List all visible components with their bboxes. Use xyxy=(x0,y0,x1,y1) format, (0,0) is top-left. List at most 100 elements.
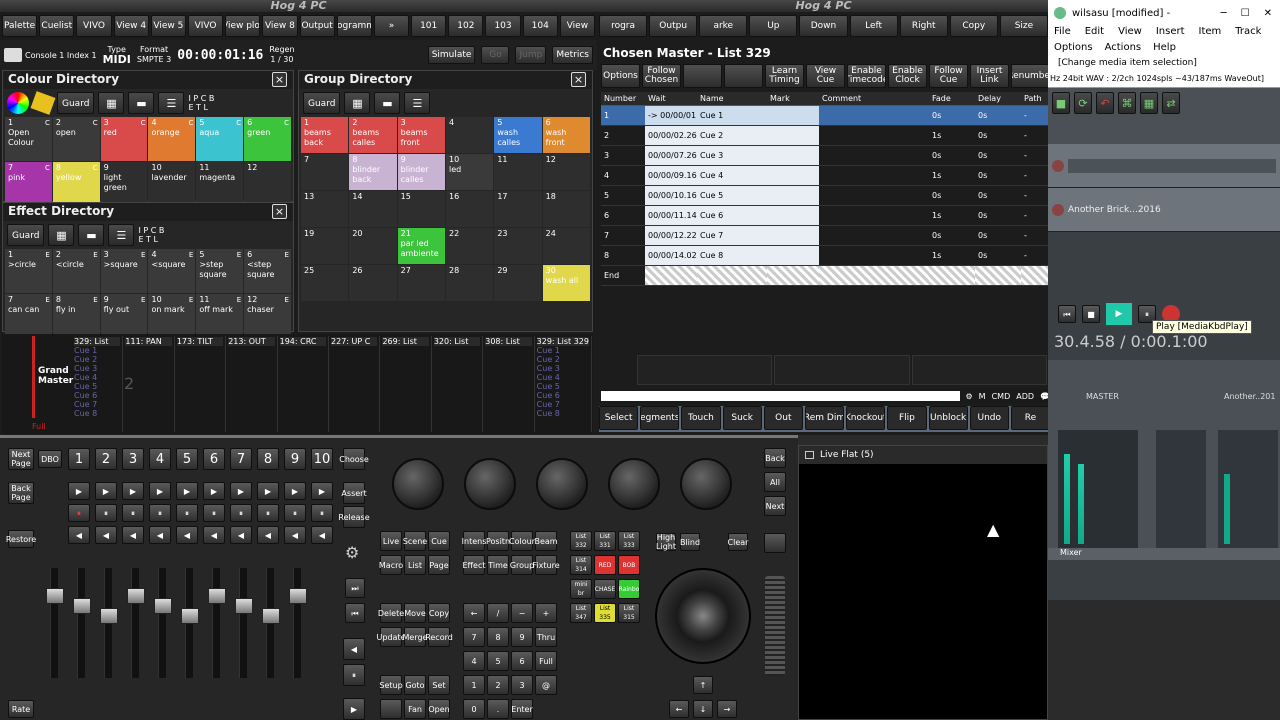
highlight-key[interactable]: High Light xyxy=(656,533,676,551)
keypad-key[interactable]: 3 xyxy=(511,675,533,695)
column-header[interactable]: Path xyxy=(1021,94,1050,103)
playback-master[interactable]: 227: UP C xyxy=(329,336,381,432)
setup-key[interactable]: Open xyxy=(428,699,450,719)
go-button[interactable]: Go xyxy=(481,46,510,64)
directory-cell[interactable]: 13 xyxy=(301,191,349,227)
fader-key[interactable]: ◀ xyxy=(311,526,333,544)
toolbar-button[interactable]: rogramm xyxy=(336,15,372,37)
keypad-key[interactable]: @ xyxy=(535,675,557,695)
list-view-icon[interactable]: ☰ xyxy=(404,92,431,114)
edit-key[interactable]: Move xyxy=(404,603,426,623)
chosen-button[interactable]: Follow Cue xyxy=(929,64,968,88)
close-icon[interactable]: × xyxy=(272,204,287,219)
next-page-key[interactable]: Next Page xyxy=(8,448,34,470)
play-icon[interactable]: ▶ xyxy=(1106,303,1132,325)
back-key[interactable]: Back xyxy=(764,448,786,468)
keypad-key[interactable]: 8 xyxy=(487,627,509,647)
directory-cell[interactable]: 4 xyxy=(445,117,494,153)
grid-view-icon[interactable]: ▦ xyxy=(344,92,371,114)
fader-key[interactable]: ⏸ xyxy=(95,504,117,522)
directory-cell[interactable]: 10 led xyxy=(445,154,494,190)
keypad-key[interactable]: 1 xyxy=(463,675,485,695)
toolbar-button[interactable]: Copy xyxy=(949,15,998,37)
toolbar-button[interactable]: Cuelist xyxy=(39,15,75,37)
number-key[interactable]: 9 xyxy=(284,448,306,470)
keypad-key[interactable]: 0 xyxy=(463,699,485,719)
choose-key[interactable]: Choose xyxy=(339,448,369,470)
bottom-button[interactable]: egments xyxy=(640,406,680,430)
fader-key[interactable]: ⏸ xyxy=(311,504,333,522)
clear-key[interactable]: Clear xyxy=(728,533,748,551)
feature-key[interactable]: Time xyxy=(487,555,509,575)
maximize-icon[interactable]: ☐ xyxy=(1233,8,1258,19)
settings-icon[interactable]: ⚙ xyxy=(966,392,973,401)
toolbar-button[interactable]: View xyxy=(559,15,595,37)
fader-key[interactable]: ◀ xyxy=(203,526,225,544)
toolbar-button[interactable]: Output xyxy=(299,15,335,37)
chosen-button[interactable]: Follow Chosen xyxy=(642,64,681,88)
number-key[interactable]: 2 xyxy=(95,448,117,470)
feature-key[interactable]: Beam xyxy=(534,531,558,551)
metrics-button[interactable]: Metrics xyxy=(552,46,593,64)
directory-cell[interactable]: 25 xyxy=(301,265,349,301)
menu-item[interactable]: Item xyxy=(1199,26,1222,42)
menu-item[interactable]: View xyxy=(1118,26,1142,42)
setup-key[interactable]: Goto xyxy=(404,675,426,695)
edit-key[interactable]: Record xyxy=(425,627,453,647)
keypad-key[interactable]: Thru xyxy=(535,627,557,647)
directory-cell[interactable]: 14 xyxy=(349,191,397,227)
jump-button[interactable]: Jump xyxy=(515,46,547,64)
directory-cell[interactable]: 5 aqua C xyxy=(196,117,244,161)
fader[interactable] xyxy=(73,568,91,678)
mask-letters[interactable]: I P C B E T L xyxy=(138,226,164,244)
playback-master[interactable]: 213: OUT xyxy=(226,336,278,432)
rate-key[interactable]: Rate xyxy=(8,700,34,718)
table-row[interactable]: 5 00/00/10.16 Cue 5 0s 0s - xyxy=(601,186,1050,206)
virtual-key[interactable]: List 331 xyxy=(594,531,616,551)
table-row[interactable]: End xyxy=(601,266,1050,286)
directory-cell[interactable]: 18 xyxy=(542,191,590,227)
toolbar-icon[interactable]: ⌘ xyxy=(1118,92,1136,114)
palette-icon[interactable] xyxy=(30,91,56,115)
menu-item[interactable]: Track xyxy=(1235,26,1261,42)
record-arm-icon[interactable] xyxy=(1052,203,1064,216)
skip-forward-key[interactable]: ⏭ xyxy=(345,578,365,598)
setup-key[interactable] xyxy=(380,699,402,719)
fader-key[interactable]: ◀ xyxy=(68,526,90,544)
programming-key[interactable]: Cue xyxy=(428,531,450,551)
bottom-button[interactable]: Out xyxy=(763,406,803,430)
toolbar-button[interactable]: View 8 xyxy=(262,15,298,37)
fader-key[interactable]: ▶ xyxy=(95,482,117,500)
table-row[interactable]: 1 -> 00/00/01: Cue 1 0s 0s - xyxy=(601,106,1050,126)
close-icon[interactable]: ✕ xyxy=(1264,8,1280,19)
fader[interactable] xyxy=(289,568,307,678)
menu-item[interactable]: Edit xyxy=(1085,26,1104,42)
trackball[interactable] xyxy=(655,568,751,664)
toolbar-button[interactable]: View 5 xyxy=(150,15,186,37)
directory-cell[interactable]: 29 xyxy=(494,265,542,301)
fader-cap[interactable] xyxy=(262,608,280,624)
menu-item[interactable]: Insert xyxy=(1156,26,1185,42)
programming-key[interactable]: Page xyxy=(428,555,450,575)
virtual-key[interactable]: RED xyxy=(594,555,616,575)
colour-wheel-icon[interactable] xyxy=(7,92,29,114)
virtual-key[interactable]: List 347 xyxy=(570,603,592,623)
trackball-wheel[interactable] xyxy=(765,576,785,676)
keypad-key[interactable]: 7 xyxy=(463,627,485,647)
encoder-4[interactable] xyxy=(608,458,660,510)
bottom-button[interactable]: Select xyxy=(599,406,639,430)
directory-cell[interactable]: 10 lavender xyxy=(148,162,196,206)
arrow-up-key[interactable]: ↑ xyxy=(693,676,713,694)
back-arrow-key[interactable]: ◀ xyxy=(343,638,365,660)
table-row[interactable]: 3 00/00/07.26 Cue 3 0s 0s - xyxy=(601,146,1050,166)
keypad-key[interactable]: 9 xyxy=(511,627,533,647)
directory-cell[interactable]: 7 pink C xyxy=(5,162,52,206)
directory-cell[interactable]: 11 off mark E xyxy=(196,294,244,338)
m-icon[interactable]: M xyxy=(979,392,986,401)
table-row[interactable]: 7 00/00/12.22 Cue 7 0s 0s - xyxy=(601,226,1050,246)
fader[interactable] xyxy=(181,568,199,678)
directory-cell[interactable]: 3 >square E xyxy=(100,249,148,293)
bottom-button[interactable]: Suck xyxy=(722,406,762,430)
table-row[interactable]: 6 00/00/11.14 Cue 6 1s 0s - xyxy=(601,206,1050,226)
fader-key[interactable]: ⏸ xyxy=(122,504,144,522)
